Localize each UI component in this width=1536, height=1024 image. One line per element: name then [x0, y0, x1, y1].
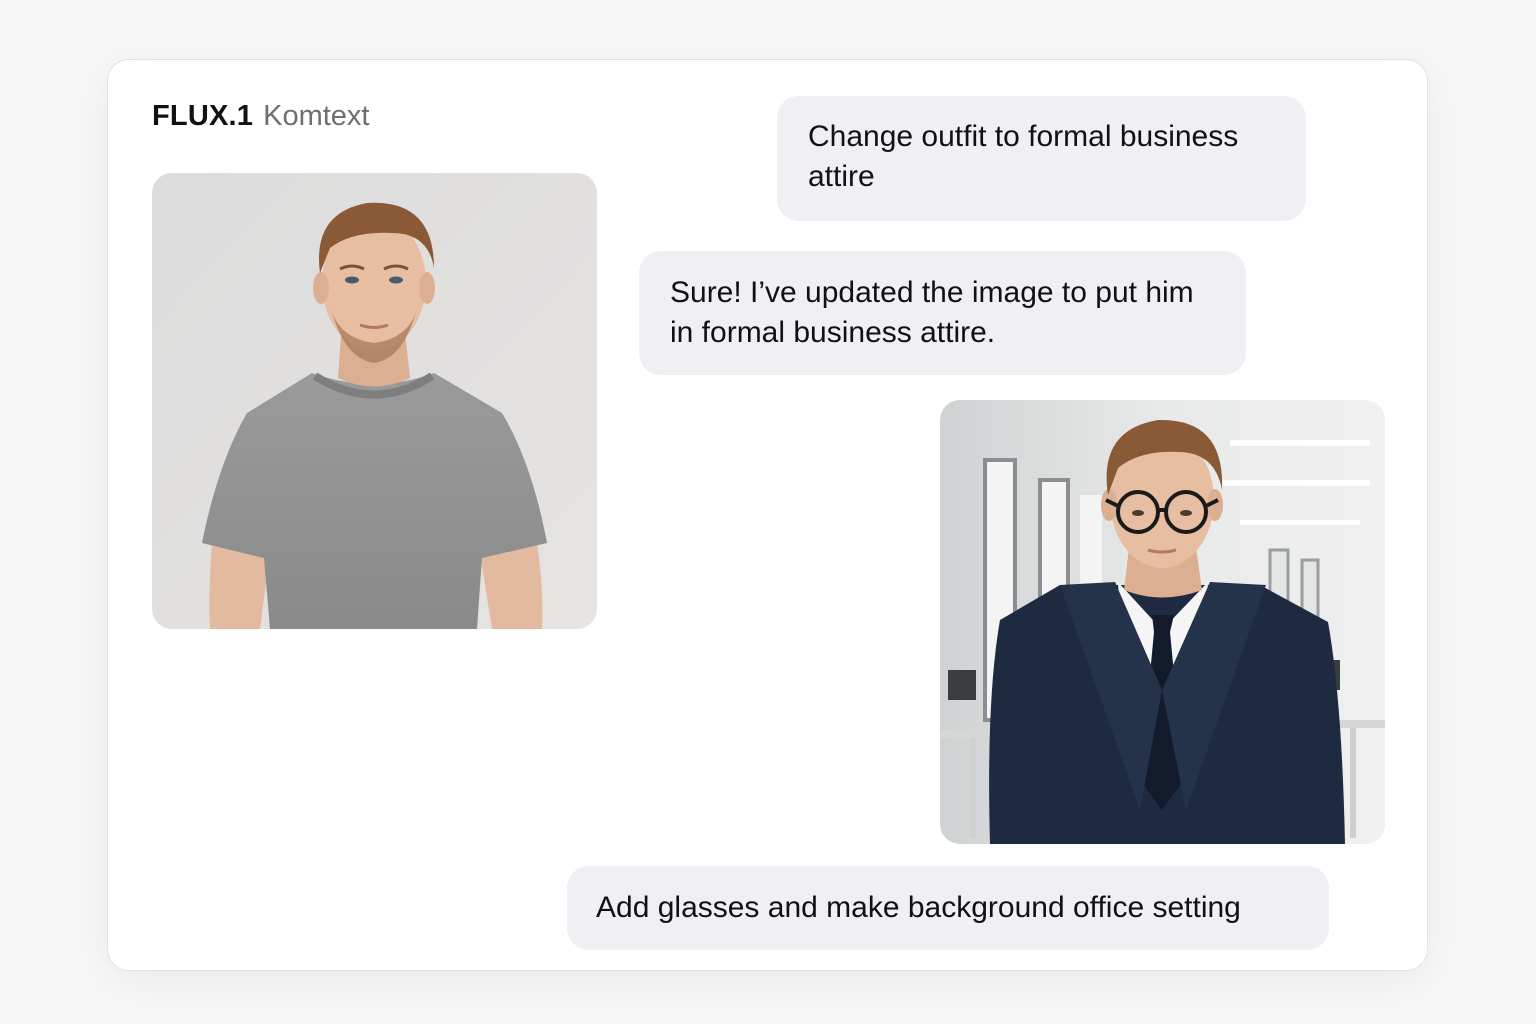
- portrait-business-office-image[interactable]: [940, 400, 1385, 844]
- message-text: Add glasses and make background office s…: [596, 891, 1241, 924]
- message-user-2: Add glasses and make background office s…: [567, 866, 1329, 950]
- portrait-casual-icon: [152, 173, 597, 629]
- message-text: Sure! I’ve updated the image to put him …: [670, 276, 1194, 349]
- brand-model: Komtext: [263, 100, 370, 132]
- message-assistant-1: Sure! I’ve updated the image to put him …: [639, 251, 1246, 375]
- brand-name: FLUX.1: [152, 100, 254, 132]
- portrait-business-office-icon: [940, 400, 1385, 844]
- message-text: Change outfit to formal business attire: [808, 120, 1239, 193]
- chat-card: FLUX.1 Komtext Change outfit to formal b…: [107, 59, 1428, 971]
- app-brand: FLUX.1 Komtext: [152, 98, 369, 134]
- message-user-1: Change outfit to formal business attire: [777, 96, 1306, 221]
- portrait-casual-image[interactable]: [152, 173, 597, 629]
